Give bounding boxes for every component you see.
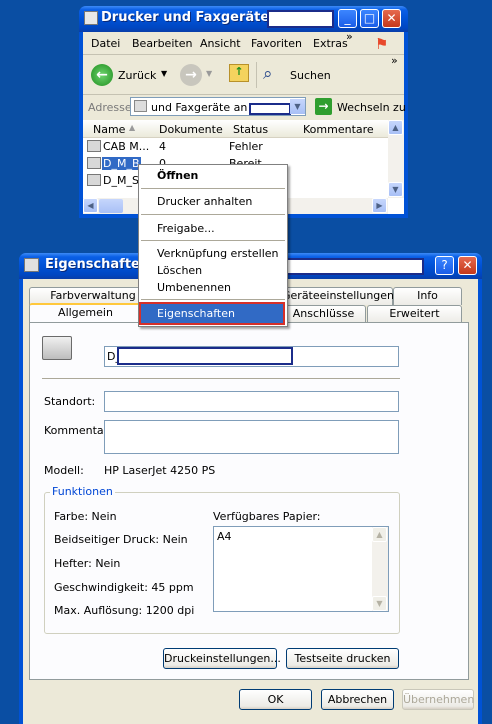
tab-info[interactable]: Info xyxy=(393,287,462,305)
feature-speed: Geschwindigkeit: 45 ppm xyxy=(54,581,194,594)
redacted-text xyxy=(117,347,293,365)
menu-bearbeiten[interactable]: Bearbeiten xyxy=(132,37,192,50)
windows-logo-icon: ⚑ xyxy=(375,35,389,53)
back-arrow-icon[interactable]: ← xyxy=(91,64,113,86)
cancel-button[interactable]: Abbrechen xyxy=(321,689,394,710)
apply-button[interactable]: Übernehmen xyxy=(402,689,474,710)
paper-listbox[interactable]: A4 ▲ ▼ xyxy=(213,526,389,612)
scroll-down-icon[interactable]: ▼ xyxy=(388,182,403,197)
vertical-scrollbar[interactable]: ▲ ▼ xyxy=(388,120,404,198)
comment-label: Kommentar: xyxy=(44,424,112,437)
ok-button[interactable]: OK xyxy=(239,689,312,710)
explorer-titlebar[interactable]: Drucker und Faxgeräte an xyxy=(79,6,408,32)
menu-ansicht[interactable]: Ansicht xyxy=(200,37,241,50)
printer-folder-icon xyxy=(84,11,98,25)
row-status: Fehler xyxy=(229,140,263,153)
printer-small-icon xyxy=(134,100,147,112)
row-name: D_M_B xyxy=(102,157,141,170)
row-name: CAB M... xyxy=(103,140,150,153)
tab-erweitert[interactable]: Erweitert xyxy=(367,305,462,323)
help-button[interactable]: ? xyxy=(435,256,454,275)
close-button[interactable]: ✕ xyxy=(458,256,477,275)
address-label: Adresse xyxy=(88,101,132,114)
explorer-title: Drucker und Faxgeräte an xyxy=(101,10,292,25)
feature-stapler: Hefter: Nein xyxy=(54,557,121,570)
tab-page-general: D_ Standort: Kommentar: Modell: HP Laser… xyxy=(29,322,469,680)
go-button-label[interactable]: Wechseln zu xyxy=(337,101,406,114)
paper-scrollbar[interactable]: ▲ ▼ xyxy=(372,527,388,611)
sort-ascending-icon: ▲ xyxy=(129,123,136,132)
back-dropdown-icon[interactable]: ▼ xyxy=(161,69,167,78)
row-name: D_M_S xyxy=(103,174,139,187)
menu-extras[interactable]: Extras xyxy=(313,37,348,50)
printer-large-icon xyxy=(42,336,72,360)
menu-item-delete[interactable]: Löschen xyxy=(157,264,202,277)
scroll-thumb[interactable] xyxy=(99,199,123,213)
search-icon[interactable]: ⌕ xyxy=(263,64,273,84)
go-arrow-icon[interactable]: → xyxy=(315,98,332,115)
feature-duplex: Beidseitiger Druck: Nein xyxy=(54,533,188,546)
forward-arrow-icon[interactable]: → xyxy=(180,64,202,86)
scroll-right-icon[interactable]: ▶ xyxy=(372,198,387,213)
column-header-comments[interactable]: Kommentare xyxy=(303,123,374,136)
scroll-up-icon[interactable]: ▲ xyxy=(372,527,387,542)
location-label: Standort: xyxy=(44,395,96,408)
back-button-label[interactable]: Zurück xyxy=(118,69,156,82)
menu-item-pause-printer[interactable]: Drucker anhalten xyxy=(157,195,252,208)
menu-item-create-shortcut[interactable]: Verknüpfung erstellen xyxy=(157,247,279,260)
row-documents: 4 xyxy=(159,140,166,153)
scroll-up-icon[interactable]: ▲ xyxy=(388,120,403,135)
model-label: Modell: xyxy=(44,464,84,477)
up-folder-icon[interactable]: ↑ xyxy=(229,64,249,82)
feature-resolution: Max. Auflösung: 1200 dpi xyxy=(54,604,195,617)
tab-anschluesse[interactable]: Anschlüsse xyxy=(281,305,366,323)
maximize-button[interactable]: □ xyxy=(360,9,379,28)
column-header-status[interactable]: Status xyxy=(233,123,268,136)
tab-allgemein[interactable]: Allgemein xyxy=(29,303,142,323)
paper-label: Verfügbares Papier: xyxy=(213,510,321,523)
model-value: HP LaserJet 4250 PS xyxy=(104,464,216,477)
redacted-text xyxy=(282,258,424,275)
test-page-button[interactable]: Testseite drucken xyxy=(286,648,399,669)
address-dropdown-icon[interactable]: ▼ xyxy=(290,99,305,114)
features-title: Funktionen xyxy=(50,485,115,498)
close-button[interactable]: ✕ xyxy=(382,9,401,28)
tab-geraeteeinstellungen[interactable]: Geräteeinstellungen xyxy=(281,287,394,305)
printer-icon xyxy=(87,174,101,186)
menu-favoriten[interactable]: Favoriten xyxy=(251,37,302,50)
scroll-down-icon[interactable]: ▼ xyxy=(372,596,387,611)
paper-item[interactable]: A4 xyxy=(217,530,232,543)
column-header-name[interactable]: Name xyxy=(93,123,125,136)
forward-dropdown-icon[interactable]: ▼ xyxy=(206,69,212,78)
menu-item-properties[interactable]: Eigenschaften xyxy=(139,302,285,325)
menu-item-rename[interactable]: Umbenennen xyxy=(157,281,231,294)
properties-client: Farbverwaltung Geräteeinstellungen Info … xyxy=(23,279,478,724)
minimize-button[interactable]: _ xyxy=(338,9,357,28)
printer-icon xyxy=(87,140,101,152)
scroll-left-icon[interactable]: ◀ xyxy=(83,198,98,213)
print-settings-button[interactable]: Druckeinstellungen... xyxy=(163,648,281,669)
comment-input[interactable] xyxy=(104,420,399,454)
search-button-label[interactable]: Suchen xyxy=(290,69,331,82)
toolbar-more-chevron[interactable]: » xyxy=(391,54,398,67)
menu-datei[interactable]: Datei xyxy=(91,37,120,50)
redacted-text xyxy=(267,10,334,28)
address-value: und Faxgeräte an xyxy=(151,101,248,114)
menu-item-open[interactable]: Öffnen xyxy=(157,169,198,182)
location-input[interactable] xyxy=(104,391,399,412)
column-header-documents[interactable]: Dokumente xyxy=(159,123,223,136)
redacted-text xyxy=(249,103,291,115)
printer-title-icon xyxy=(24,258,39,272)
menu-item-share[interactable]: Freigabe... xyxy=(157,222,215,235)
printer-icon xyxy=(87,157,101,169)
feature-color: Farbe: Nein xyxy=(54,510,117,523)
table-row[interactable]: CAB M... 4 Fehler xyxy=(83,138,388,155)
menu-more-chevron[interactable]: » xyxy=(346,30,353,43)
context-menu: Öffnen Drucker anhalten Freigabe... Verk… xyxy=(138,164,288,327)
